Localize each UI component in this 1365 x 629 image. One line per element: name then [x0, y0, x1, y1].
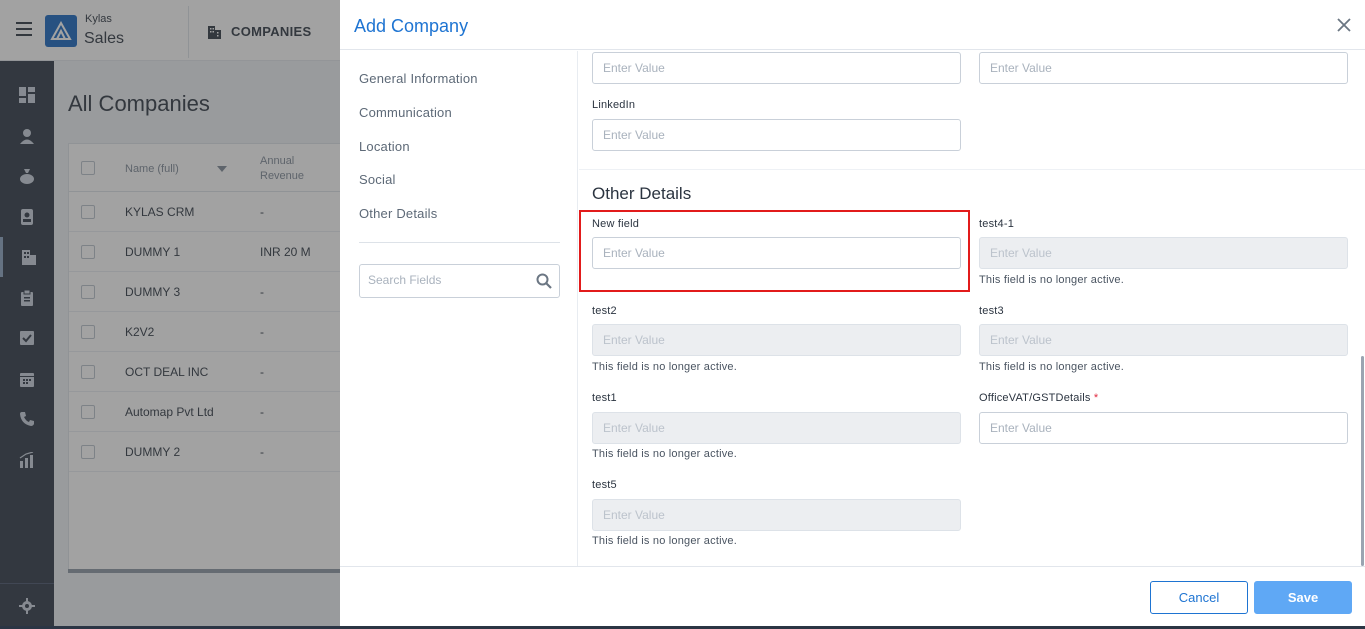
test5-label: test5: [592, 479, 617, 491]
cancel-button[interactable]: Cancel: [1150, 581, 1248, 614]
search-fields-input[interactable]: [368, 273, 528, 287]
form-area: LinkedIn Other Details New field test4-1…: [579, 51, 1365, 566]
modal-title: Add Company: [354, 16, 469, 36]
test1-input: [592, 412, 961, 444]
required-mark: *: [1093, 392, 1099, 404]
modal-footer: Cancel Save: [340, 566, 1365, 629]
save-button[interactable]: Save: [1254, 581, 1352, 614]
linkedin-input[interactable]: [592, 119, 961, 151]
modal-backdrop[interactable]: [0, 0, 340, 629]
close-icon[interactable]: [1335, 16, 1353, 34]
new-field-input[interactable]: [592, 237, 961, 269]
office-vat-label: OfficeVAT/GSTDetails *: [979, 392, 1099, 404]
inactive-note: This field is no longer active.: [592, 448, 737, 460]
section-divider: [579, 169, 1365, 170]
nav-other-details[interactable]: Other Details: [359, 206, 437, 221]
nav-communication[interactable]: Communication: [359, 105, 452, 120]
test4-1-label: test4-1: [979, 218, 1015, 230]
linkedin-label: LinkedIn: [592, 99, 636, 111]
nav-divider: [359, 242, 560, 243]
nav-location[interactable]: Location: [359, 139, 410, 154]
section-nav: General Information Communication Locati…: [340, 51, 578, 566]
test5-input: [592, 499, 961, 531]
test2-label: test2: [592, 305, 617, 317]
test3-label: test3: [979, 305, 1004, 317]
test4-1-input: [979, 237, 1348, 269]
modal-header: Add Company: [340, 0, 1365, 50]
inactive-note: This field is no longer active.: [592, 535, 737, 547]
office-vat-input[interactable]: [979, 412, 1348, 444]
form-scrollbar[interactable]: [1361, 356, 1364, 566]
social-field-input[interactable]: [592, 52, 961, 84]
inactive-note: This field is no longer active.: [979, 274, 1124, 286]
new-field-label: New field: [592, 218, 640, 230]
social-field-input[interactable]: [979, 52, 1348, 84]
inactive-note: This field is no longer active.: [979, 361, 1124, 373]
other-details-title: Other Details: [592, 184, 692, 203]
test3-input: [979, 324, 1348, 356]
inactive-note: This field is no longer active.: [592, 361, 737, 373]
test2-input: [592, 324, 961, 356]
test1-label: test1: [592, 392, 617, 404]
nav-social[interactable]: Social: [359, 172, 396, 187]
nav-general-information[interactable]: General Information: [359, 71, 478, 86]
search-icon[interactable]: [536, 273, 552, 289]
search-fields: [359, 264, 560, 298]
add-company-modal: Add Company General Information Communic…: [340, 0, 1365, 629]
